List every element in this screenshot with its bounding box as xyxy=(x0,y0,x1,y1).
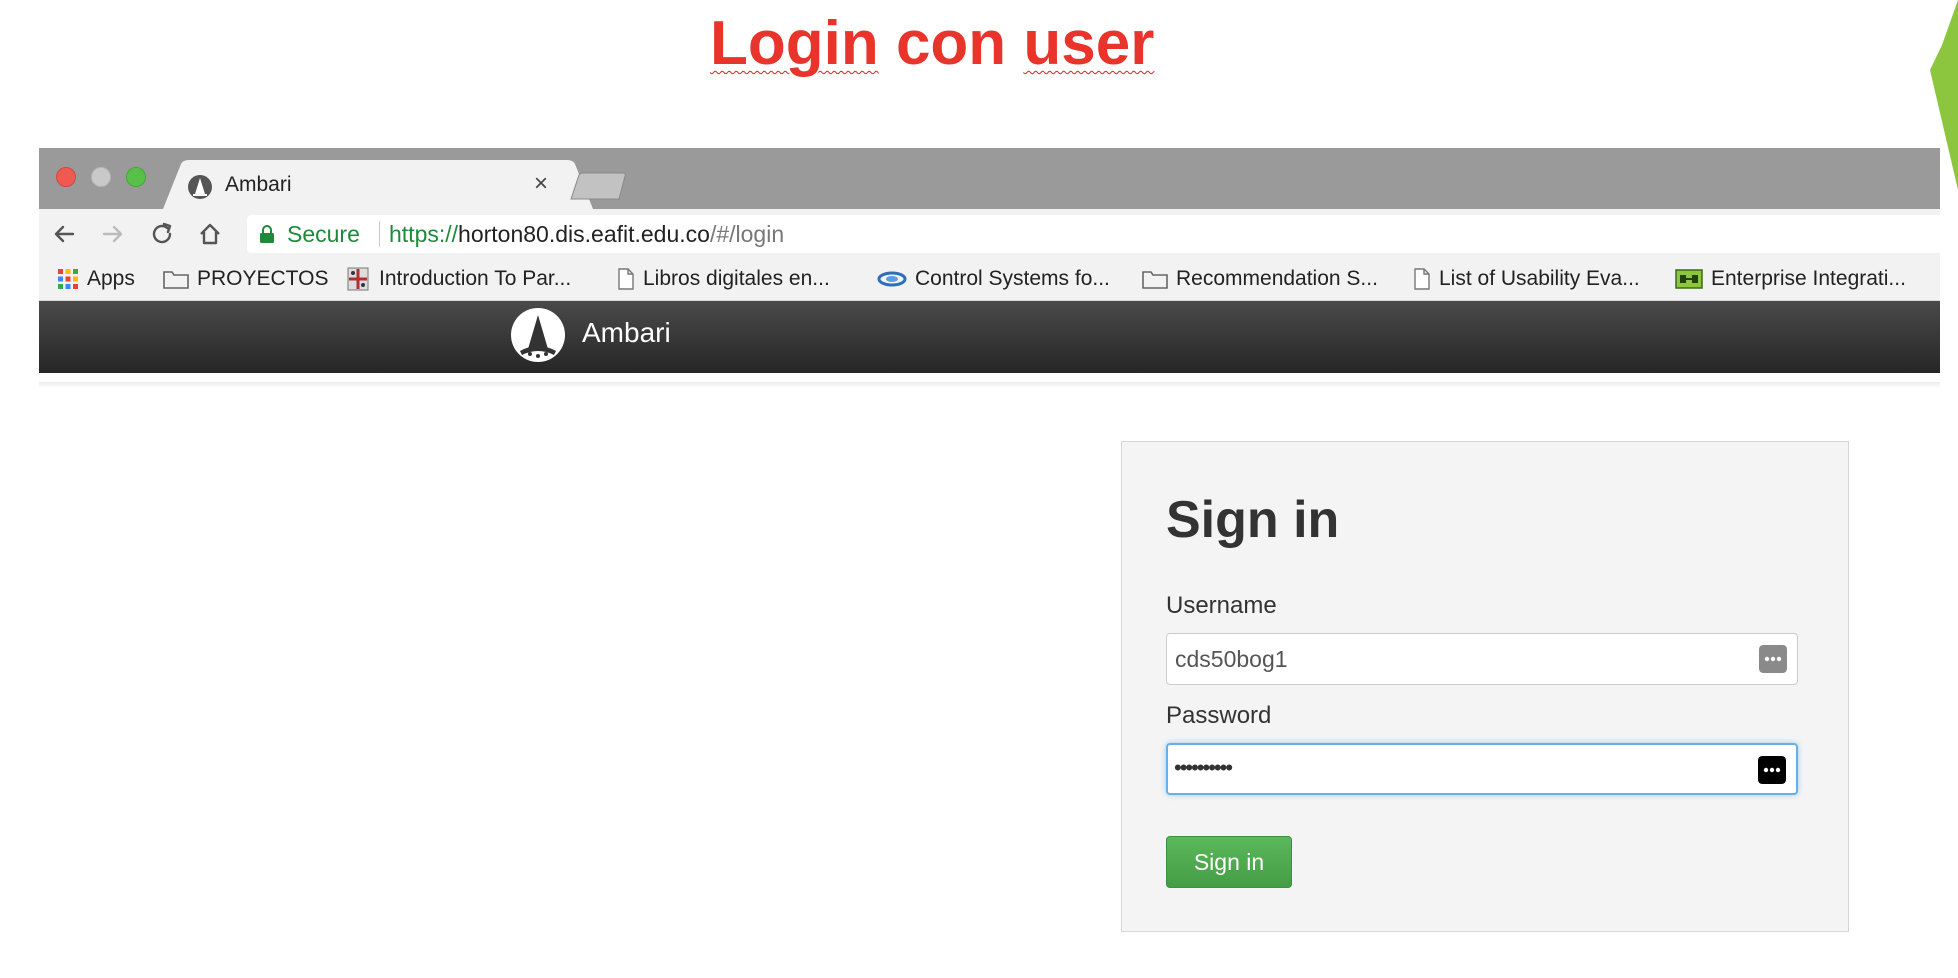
address-bar[interactable]: Secure https://horton80.dis.eafit.edu.co… xyxy=(247,215,1940,253)
tab-close-icon[interactable]: × xyxy=(527,170,555,198)
tab-bar: Ambari × xyxy=(39,148,1940,209)
bookmark-control-systems[interactable]: Control Systems fo... xyxy=(877,266,1110,292)
new-tab-button[interactable] xyxy=(569,172,629,200)
window-minimize-button[interactable] xyxy=(91,167,111,187)
window-zoom-button[interactable] xyxy=(126,167,146,187)
bookmarks-bar: Apps PROYECTOS Introduction To Par... Li… xyxy=(39,257,1940,301)
page-icon xyxy=(618,268,634,290)
window-close-button[interactable] xyxy=(56,167,76,187)
signin-panel: Sign in Username cds50bog1 Password ••••… xyxy=(1121,441,1849,932)
username-value: cds50bog1 xyxy=(1175,646,1288,672)
bookmark-label: Apps xyxy=(87,267,135,290)
bookmark-label: Introduction To Par... xyxy=(379,267,572,290)
crest-favicon-icon xyxy=(347,267,369,291)
signin-title: Sign in xyxy=(1166,491,1340,549)
eip-favicon-icon xyxy=(1675,269,1703,289)
reload-icon[interactable] xyxy=(147,219,177,249)
ambari-logo-icon[interactable] xyxy=(510,307,566,363)
password-value: •••••••••• xyxy=(1174,755,1233,780)
bookmark-recommendation[interactable]: Recommendation S... xyxy=(1142,266,1378,292)
apps-grid-icon xyxy=(58,269,78,289)
tab-title: Ambari xyxy=(225,173,292,196)
home-icon[interactable] xyxy=(195,219,225,249)
slide-title-word-con: con xyxy=(895,9,1007,78)
folder-icon xyxy=(163,271,189,289)
lock-icon xyxy=(260,225,274,243)
signin-button[interactable]: Sign in xyxy=(1166,836,1292,888)
bookmark-label: Recommendation S... xyxy=(1176,267,1378,290)
bookmark-apps[interactable]: Apps xyxy=(57,266,135,292)
bookmark-list-of-usability[interactable]: List of Usability Eva... xyxy=(1413,266,1640,292)
arrow-left-icon[interactable] xyxy=(49,219,79,249)
password-label: Password xyxy=(1166,702,1272,729)
page-icon xyxy=(1414,268,1430,290)
password-manager-icon[interactable] xyxy=(1759,645,1787,673)
slide-title-word-login: Login xyxy=(710,9,879,78)
ambari-navbar: Ambari xyxy=(39,301,1940,373)
bookmark-enterprise-integration[interactable]: Enterprise Integrati... xyxy=(1675,266,1906,292)
browser-toolbar: Secure https://horton80.dis.eafit.edu.co… xyxy=(39,209,1940,257)
ring-favicon-icon xyxy=(877,271,907,287)
bookmark-label: List of Usability Eva... xyxy=(1439,267,1640,290)
ambari-logo-icon xyxy=(188,175,212,199)
url-host: horton80.dis.eafit.edu.co xyxy=(458,221,710,247)
bookmark-introduction-to-par[interactable]: Introduction To Par... xyxy=(345,266,571,292)
folder-icon xyxy=(1142,271,1168,289)
bookmark-label: Libros digitales en... xyxy=(643,267,830,290)
arrow-right-icon[interactable] xyxy=(98,219,128,249)
url-path: /#/login xyxy=(709,221,785,247)
navbar-shadow xyxy=(39,382,1940,388)
slide-title-word-user: user xyxy=(1023,9,1155,78)
ambari-brand-label[interactable]: Ambari xyxy=(582,317,671,349)
address-separator xyxy=(379,221,380,247)
password-manager-icon[interactable] xyxy=(1758,756,1786,784)
url-text[interactable]: https://horton80.dis.eafit.edu.co/#/logi… xyxy=(389,221,784,248)
url-scheme: https:// xyxy=(389,221,459,247)
bookmark-label: PROYECTOS xyxy=(197,267,329,290)
slide-title: Login con user xyxy=(710,8,1154,79)
secure-label: Secure xyxy=(287,221,360,247)
bookmark-libros-digitales[interactable]: Libros digitales en... xyxy=(617,266,830,292)
bookmark-label: Enterprise Integrati... xyxy=(1711,267,1906,290)
browser-window: Ambari × Secure https://horton80.dis.eaf… xyxy=(39,148,1940,382)
bookmark-label: Control Systems fo... xyxy=(915,267,1110,290)
username-label: Username xyxy=(1166,592,1277,619)
username-field[interactable]: cds50bog1 xyxy=(1166,633,1798,685)
tab-ambari[interactable]: Ambari × xyxy=(163,160,603,209)
bookmark-proyectos[interactable]: PROYECTOS xyxy=(163,266,328,292)
password-field[interactable]: •••••••••• xyxy=(1166,743,1798,795)
